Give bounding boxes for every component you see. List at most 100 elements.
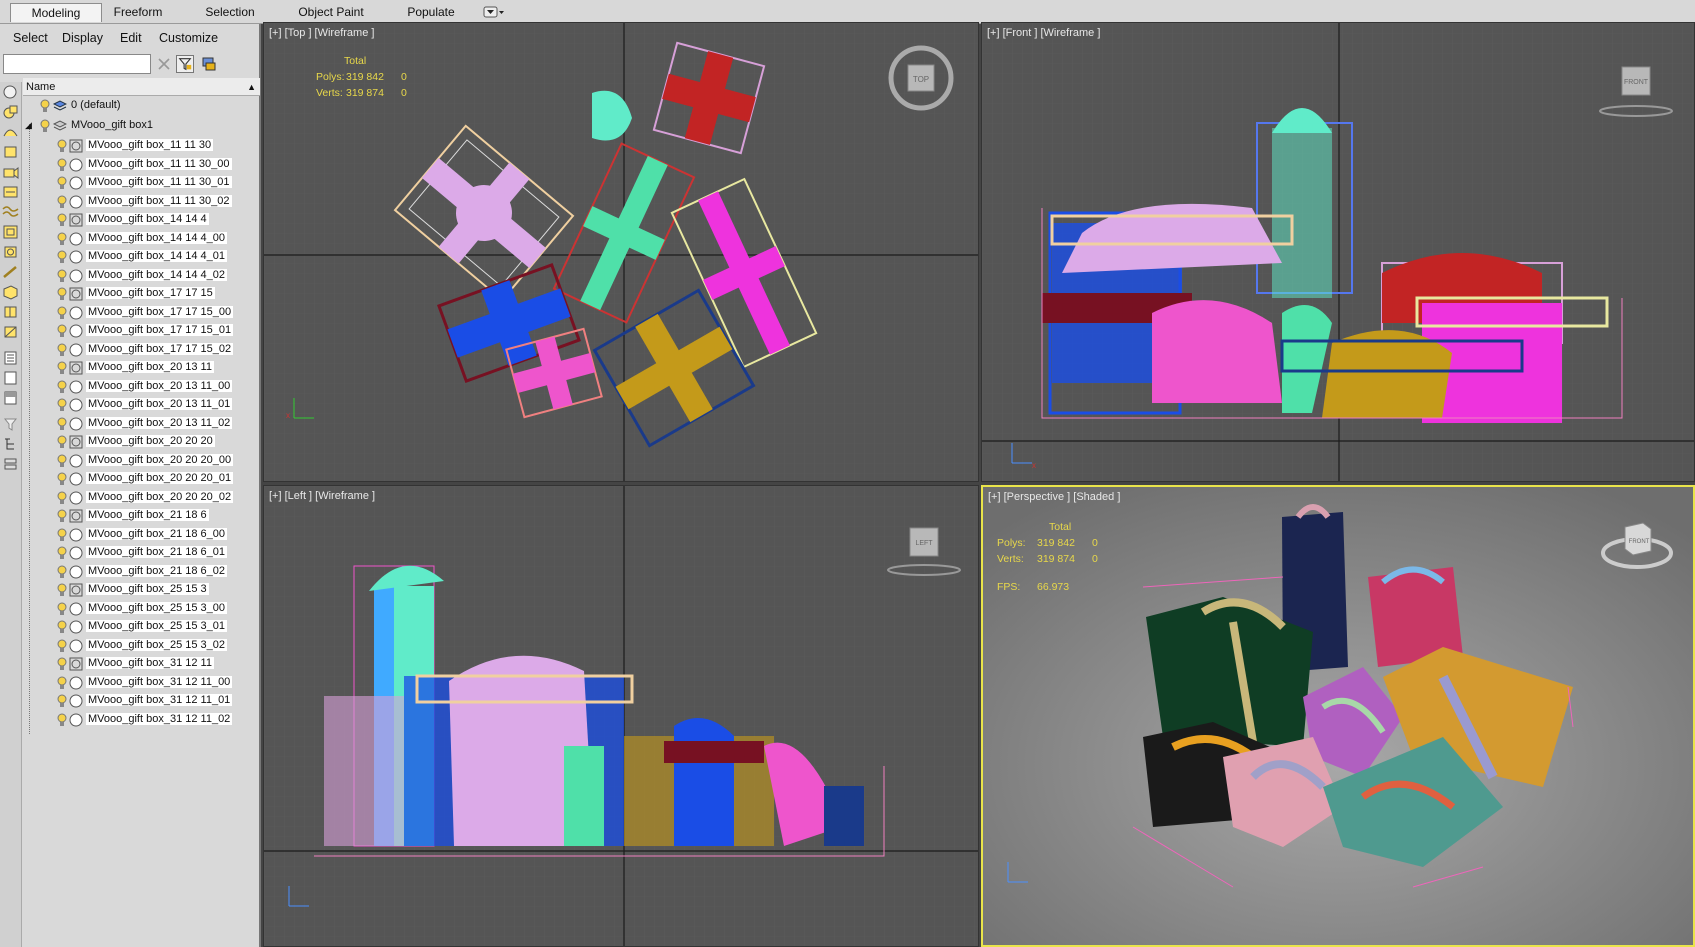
ribbon-options-dropdown-icon[interactable]	[483, 6, 505, 18]
object-row[interactable]: MVooo_gift box_25 15 3_02	[23, 636, 260, 656]
lightbulb-icon[interactable]	[57, 583, 67, 597]
viewport-label[interactable]: [+] [Perspective ] [Shaded ]	[988, 491, 1120, 503]
display-hidden-icon[interactable]	[2, 324, 19, 340]
lightbulb-icon[interactable]	[57, 417, 67, 431]
display-shapes-icon[interactable]	[2, 124, 19, 140]
object-row[interactable]: MVooo_gift box_20 20 20	[23, 432, 260, 452]
display-none-icon[interactable]	[2, 84, 19, 100]
filter-toggle-icon[interactable]	[176, 55, 194, 73]
object-row[interactable]: MVooo_gift box_20 13 11_02	[23, 414, 260, 434]
tab-populate[interactable]: Populate	[396, 3, 466, 22]
scene-search-input[interactable]	[3, 54, 151, 74]
viewcube-perspective-icon[interactable]: FRONT	[1597, 517, 1677, 583]
object-row[interactable]: MVooo_gift box_21 18 6_00	[23, 525, 260, 545]
lightbulb-icon[interactable]	[57, 602, 67, 616]
object-row[interactable]: MVooo_gift box_11 11 30_02	[23, 192, 260, 212]
tab-freeform[interactable]: Freeform	[104, 3, 172, 22]
tab-selection[interactable]: Selection	[196, 3, 264, 22]
lightbulb-icon[interactable]	[57, 694, 67, 708]
object-row[interactable]: MVooo_gift box_25 15 3	[23, 580, 260, 600]
lightbulb-icon[interactable]	[57, 639, 67, 653]
viewport-left[interactable]: [+] [Left ] [Wireframe ] LEFT	[263, 485, 979, 947]
layer-row-gift-box[interactable]: ◢ MVooo_gift box1	[23, 116, 260, 136]
display-cameras-icon[interactable]	[2, 164, 19, 180]
lightbulb-icon[interactable]	[57, 509, 67, 523]
clear-search-icon[interactable]	[155, 55, 173, 73]
lightbulb-icon[interactable]	[57, 620, 67, 634]
display-helpers-icon[interactable]	[2, 184, 19, 200]
display-containers-icon[interactable]	[2, 284, 19, 300]
layer-tools-icon[interactable]	[200, 55, 218, 73]
viewcube-left-icon[interactable]: LEFT	[884, 522, 964, 582]
object-row[interactable]: MVooo_gift box_25 15 3_01	[23, 617, 260, 637]
display-lights-icon[interactable]	[2, 144, 19, 160]
lightbulb-icon[interactable]	[57, 491, 67, 505]
viewport-label[interactable]: [+] [Front ] [Wireframe ]	[987, 27, 1100, 39]
object-row[interactable]: MVooo_gift box_25 15 3_00	[23, 599, 260, 619]
collapse-arrow-icon[interactable]: ◢	[25, 120, 32, 131]
viewcube-top-icon[interactable]: TOP	[888, 45, 954, 111]
lightbulb-icon[interactable]	[57, 213, 67, 227]
lightbulb-icon[interactable]	[57, 565, 67, 579]
display-invert-icon[interactable]	[2, 390, 19, 406]
object-row[interactable]: MVooo_gift box_31 12 11_02	[23, 710, 260, 730]
filter-icon[interactable]	[2, 416, 19, 432]
layer-row-default[interactable]: 0 (default)	[23, 96, 260, 116]
display-bones-icon[interactable]	[2, 264, 19, 280]
object-row[interactable]: MVooo_gift box_14 14 4_00	[23, 229, 260, 249]
lightbulb-icon[interactable]	[57, 713, 67, 727]
object-row[interactable]: MVooo_gift box_20 20 20_01	[23, 469, 260, 489]
object-row[interactable]: MVooo_gift box_11 11 30_00	[23, 155, 260, 175]
name-column-header[interactable]: Name ▲	[23, 78, 260, 96]
lightbulb-icon[interactable]	[57, 361, 67, 375]
viewport-perspective[interactable]: [+] [Perspective ] [Shaded ] Total Polys…	[981, 485, 1695, 947]
display-all-icon[interactable]	[2, 350, 19, 366]
object-row[interactable]: MVooo_gift box_14 14 4_01	[23, 247, 260, 267]
hierarchy-icon[interactable]	[2, 436, 19, 452]
tab-modeling[interactable]: Modeling	[10, 3, 102, 22]
object-row[interactable]: MVooo_gift box_17 17 15_02	[23, 340, 260, 360]
display-xrefs-icon[interactable]	[2, 244, 19, 260]
lightbulb-icon[interactable]	[57, 546, 67, 560]
object-row[interactable]: MVooo_gift box_21 18 6	[23, 506, 260, 526]
display-geometry-icon[interactable]	[2, 104, 19, 120]
object-row[interactable]: MVooo_gift box_11 11 30	[23, 136, 260, 156]
menu-select[interactable]: Select	[13, 31, 48, 45]
object-row[interactable]: MVooo_gift box_14 14 4_02	[23, 266, 260, 286]
lightbulb-icon[interactable]	[57, 398, 67, 412]
lightbulb-icon[interactable]	[57, 195, 67, 209]
viewport-label[interactable]: [+] [Left ] [Wireframe ]	[269, 490, 375, 502]
viewport-front[interactable]: x [+] [Front ] [Wireframe ] FRONT	[981, 22, 1695, 482]
object-row[interactable]: MVooo_gift box_14 14 4	[23, 210, 260, 230]
object-row[interactable]: MVooo_gift box_20 13 11	[23, 358, 260, 378]
menu-edit[interactable]: Edit	[120, 31, 142, 45]
lightbulb-icon[interactable]	[40, 99, 50, 113]
object-row[interactable]: MVooo_gift box_31 12 11	[23, 654, 260, 674]
lightbulb-icon[interactable]	[40, 119, 50, 133]
tab-object-paint[interactable]: Object Paint	[290, 3, 372, 22]
lightbulb-icon[interactable]	[57, 343, 67, 357]
viewport-label[interactable]: [+] [Top ] [Wireframe ]	[269, 27, 374, 39]
lightbulb-icon[interactable]	[57, 176, 67, 190]
object-row[interactable]: MVooo_gift box_20 20 20_02	[23, 488, 260, 508]
lightbulb-icon[interactable]	[57, 250, 67, 264]
lightbulb-icon[interactable]	[57, 380, 67, 394]
lightbulb-icon[interactable]	[57, 657, 67, 671]
viewcube-front-icon[interactable]: FRONT	[1596, 59, 1676, 121]
lightbulb-icon[interactable]	[57, 158, 67, 172]
display-frozen-icon[interactable]	[2, 304, 19, 320]
viewport-top[interactable]: x [+] [Top ] [Wireframe ] Total Polys:31…	[263, 22, 979, 482]
layer-mode-icon[interactable]	[2, 456, 19, 472]
object-row[interactable]: MVooo_gift box_21 18 6_01	[23, 543, 260, 563]
object-row[interactable]: MVooo_gift box_20 13 11_00	[23, 377, 260, 397]
lightbulb-icon[interactable]	[57, 454, 67, 468]
object-row[interactable]: MVooo_gift box_17 17 15_01	[23, 321, 260, 341]
display-none-list-icon[interactable]	[2, 370, 19, 386]
lightbulb-icon[interactable]	[57, 435, 67, 449]
object-row[interactable]: MVooo_gift box_20 20 20_00	[23, 451, 260, 471]
menu-customize[interactable]: Customize	[159, 31, 218, 45]
lightbulb-icon[interactable]	[57, 528, 67, 542]
menu-display[interactable]: Display	[62, 31, 103, 45]
object-row[interactable]: MVooo_gift box_17 17 15_00	[23, 303, 260, 323]
lightbulb-icon[interactable]	[57, 324, 67, 338]
